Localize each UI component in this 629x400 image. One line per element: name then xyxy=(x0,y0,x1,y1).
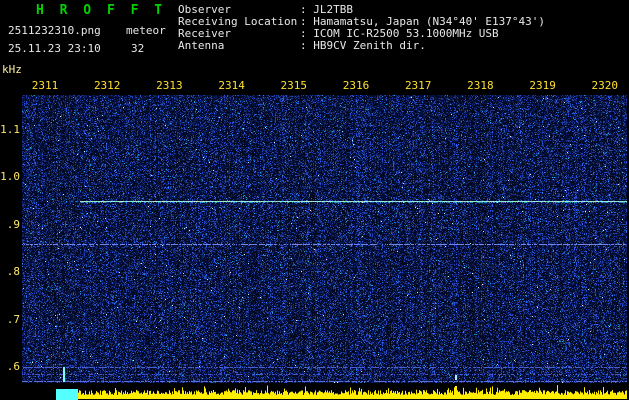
signal-level-canvas xyxy=(22,384,627,400)
y-tick-label: .9 xyxy=(6,217,20,231)
y-axis-unit-label: kHz xyxy=(2,63,22,76)
y-tick-label: .6 xyxy=(6,360,20,373)
hrofft-window: H R O F F T 2511232310.png meteor 25.11.… xyxy=(0,0,629,400)
x-tick-label: 2319 xyxy=(529,79,556,92)
datetime-label: 25.11.23 23:10 xyxy=(8,42,101,55)
info-field-label: Antenna xyxy=(178,39,225,52)
x-tick-label: 2318 xyxy=(467,79,494,92)
mode-label: meteor xyxy=(126,24,166,37)
x-tick-label: 2317 xyxy=(404,79,432,92)
app-title: H R O F F T xyxy=(36,3,167,18)
x-tick-label: 2314 xyxy=(218,79,245,92)
x-tick-label: 2316 xyxy=(342,79,370,92)
filename-label: 2511232310.png xyxy=(8,24,101,37)
y-tick-label: .7 xyxy=(6,312,20,326)
y-tick-label: 1.0 xyxy=(0,170,20,184)
station-info: Observer: JL2TBB Receiving Location: Hama… xyxy=(178,4,545,52)
x-tick-label: 2313 xyxy=(156,79,183,92)
info-row: Antenna : HB9CV Zenith dir. xyxy=(178,40,545,52)
x-tick-label: 2311 xyxy=(31,79,59,92)
meteor-count: 32 xyxy=(131,42,145,55)
spectrogram-canvas xyxy=(22,95,627,383)
x-tick-label: 2320 xyxy=(591,79,619,92)
x-tick-label: 2312 xyxy=(93,79,121,92)
x-tick-label: 2315 xyxy=(280,79,308,92)
y-tick-label: 1.1 xyxy=(0,123,20,136)
info-field-value: : HB9CV Zenith dir. xyxy=(300,39,426,52)
y-tick-label: .8 xyxy=(6,265,20,279)
